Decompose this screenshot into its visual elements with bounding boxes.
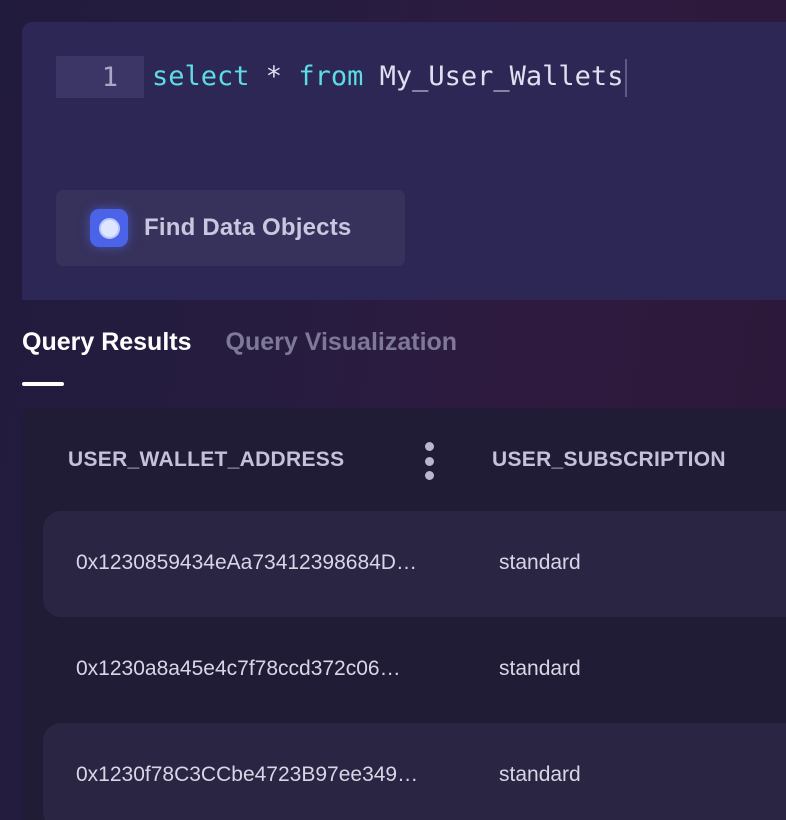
subscription-cell: standard (499, 763, 581, 786)
table-name: My_User_Wallets (363, 61, 624, 92)
find-data-objects-button[interactable]: Find Data Objects (56, 190, 405, 266)
column-header-subscription[interactable]: USER_SUBSCRIPTION (492, 448, 726, 472)
tab-query-visualization[interactable]: Query Visualization (226, 328, 458, 372)
code-line-1[interactable]: 1 select * from My_User_Wallets (56, 56, 628, 98)
table-row[interactable]: 0x1230a8a45e4c7f78ccd372c06… standard (43, 617, 786, 723)
wallet-address-cell: 0x1230f78C3CCbe4723B97ee349… (76, 763, 419, 786)
keyword-from: from (298, 61, 364, 92)
search-icon (90, 209, 128, 247)
column-header-wallet-address[interactable]: USER_WALLET_ADDRESS (68, 448, 344, 472)
subscription-cell: standard (499, 657, 581, 680)
table-row[interactable]: 0x1230859434eAa73412398684D… standard (43, 511, 786, 617)
active-tab-indicator (22, 382, 64, 386)
subscription-cell: standard (499, 551, 581, 574)
keyword-select: select (152, 61, 250, 92)
wallet-address-cell: 0x1230a8a45e4c7f78ccd372c06… (76, 657, 401, 680)
wallet-address-cell: 0x1230859434eAa73412398684D… (76, 551, 417, 574)
result-tabs: Query Results Query Visualization (22, 328, 491, 388)
tab-query-results[interactable]: Query Results (22, 328, 192, 372)
query-text[interactable]: select * from My_User_Wallets (144, 56, 628, 98)
star-token: * (249, 61, 299, 92)
text-cursor (625, 58, 628, 97)
results-table: USER_WALLET_ADDRESS USER_SUBSCRIPTION 0x… (22, 408, 786, 820)
table-row[interactable]: 0x1230f78C3CCbe4723B97ee349… standard (43, 723, 786, 820)
line-number: 1 (56, 56, 144, 98)
sql-editor[interactable]: 1 select * from My_User_Wallets Find Dat… (22, 22, 786, 300)
find-data-objects-label: Find Data Objects (144, 214, 352, 241)
column-menu-icon[interactable] (422, 442, 436, 480)
